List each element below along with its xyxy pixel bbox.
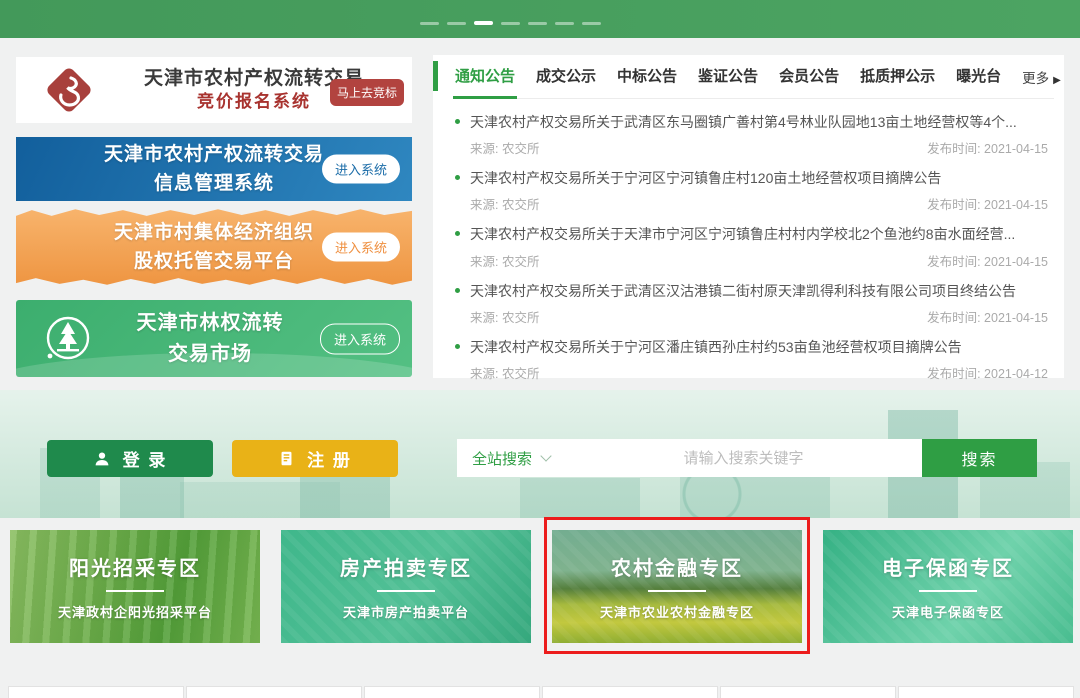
footer-box[interactable]	[364, 686, 540, 698]
list-item: 天津农村产权交易所关于天津市宁河区宁河镇鲁庄村村内学校北2个鱼池约8亩水面经营.…	[455, 225, 1050, 269]
forest-banner-line2: 交易市场	[94, 339, 326, 370]
carousel-indicators	[420, 21, 601, 25]
register-button[interactable]: 注 册	[232, 440, 398, 477]
notice-date: 发布时间: 2021-04-12	[927, 363, 1048, 382]
carousel-dash[interactable]	[555, 22, 574, 25]
zone-real-estate-auction[interactable]: 房产拍卖专区 天津市房产拍卖平台	[281, 530, 531, 643]
tab-winning-bid[interactable]: 中标公告	[617, 65, 677, 98]
divider	[648, 590, 706, 592]
equity-platform-banner[interactable]: 天津市村集体经济组织 股权托管交易平台 进入系统	[16, 206, 412, 288]
notice-source: 来源: 农交所	[470, 363, 539, 382]
notice-link[interactable]: 天津农村产权交易所关于武清区汉沽港镇二街村原天津凯得利科技有限公司项目终结公告	[455, 282, 1050, 300]
notice-source: 来源: 农交所	[470, 138, 539, 157]
zone-sunshine-procurement[interactable]: 阳光招采专区 天津政村企阳光招采平台	[10, 530, 260, 643]
notice-source: 来源: 农交所	[470, 251, 539, 270]
list-item: 天津农村产权交易所关于宁河区潘庄镇西孙庄村约53亩鱼池经营权项目摘牌公告 来源:…	[455, 338, 1050, 382]
user-icon	[93, 450, 111, 468]
list-item: 天津农村产权交易所关于武清区汉沽港镇二街村原天津凯得利科技有限公司项目终结公告 …	[455, 282, 1050, 326]
footer-box[interactable]	[542, 686, 718, 698]
go-bid-button[interactable]: 马上去竞标	[330, 79, 404, 106]
zone-e-guarantee[interactable]: 电子保函专区 天津电子保函专区	[823, 530, 1073, 643]
exchange-logo-icon	[42, 63, 96, 117]
info-banner-line2: 信息管理系统	[104, 169, 324, 198]
zone-rural-finance[interactable]: 农村金融专区 天津市农业农村金融专区	[552, 530, 802, 643]
footer-box[interactable]	[186, 686, 362, 698]
carousel-dash-active[interactable]	[474, 21, 493, 25]
search-button[interactable]: 搜索	[922, 439, 1037, 477]
notice-date: 发布时间: 2021-04-15	[927, 307, 1048, 326]
notice-panel: 通知公告 成交公示 中标公告 鉴证公告 会员公告 抵质押公示 曝光台 更多▶ 天…	[433, 55, 1064, 378]
bullet-icon	[455, 344, 460, 349]
more-arrow-icon: ▶	[1053, 75, 1061, 86]
footer-box[interactable]	[8, 686, 184, 698]
notice-date: 发布时间: 2021-04-15	[927, 251, 1048, 270]
carousel-dash[interactable]	[447, 22, 466, 25]
carousel-dash[interactable]	[501, 22, 520, 25]
notice-date: 发布时间: 2021-04-15	[927, 138, 1048, 157]
bullet-icon	[455, 175, 460, 180]
carousel-dash[interactable]	[528, 22, 547, 25]
carousel-dash[interactable]	[582, 22, 601, 25]
notice-tabs: 通知公告 成交公示 中标公告 鉴证公告 会员公告 抵质押公示 曝光台 更多▶	[455, 55, 1054, 99]
site-search-bar: 全站搜索 搜索	[457, 439, 1037, 477]
forest-enter-system-button[interactable]: 进入系统	[320, 323, 400, 354]
more-link[interactable]: 更多▶	[1022, 65, 1061, 87]
tab-exposure[interactable]: 曝光台	[956, 65, 1001, 98]
footer-box[interactable]	[720, 686, 896, 698]
tree-icon	[42, 313, 94, 365]
bullet-icon	[455, 288, 460, 293]
footer-box[interactable]	[898, 686, 1074, 698]
list-item: 天津农村产权交易所关于宁河区宁河镇鲁庄村120亩土地经营权项目摘牌公告 来源: …	[455, 169, 1050, 213]
tab-accent-bar	[433, 61, 438, 91]
notice-link[interactable]: 天津农村产权交易所关于宁河区宁河镇鲁庄村120亩土地经营权项目摘牌公告	[455, 169, 1050, 187]
info-banner-line1: 天津市农村产权流转交易	[104, 140, 324, 169]
notice-link[interactable]: 天津农村产权交易所关于天津市宁河区宁河镇鲁庄村村内学校北2个鱼池约8亩水面经营.…	[455, 225, 1050, 243]
equity-enter-system-button[interactable]: 进入系统	[322, 233, 400, 262]
notice-source: 来源: 农交所	[470, 307, 539, 326]
equity-banner-line1: 天津市村集体经济组织	[114, 218, 314, 247]
info-system-banner[interactable]: 天津市农村产权流转交易 信息管理系统 进入系统	[16, 137, 412, 201]
tab-certification[interactable]: 鉴证公告	[698, 65, 758, 98]
tab-pledge[interactable]: 抵质押公示	[860, 65, 935, 98]
forest-market-banner[interactable]: 天津市林权流转 交易市场 进入系统	[16, 300, 412, 377]
carousel-dash[interactable]	[420, 22, 439, 25]
forest-banner-line1: 天津市林权流转	[94, 308, 326, 339]
search-input[interactable]	[565, 439, 922, 477]
info-enter-system-button[interactable]: 进入系统	[322, 155, 400, 184]
id-card-icon	[278, 450, 295, 467]
list-item: 天津农村产权交易所关于武清区东马圈镇广善村第4号林业队园地13亩土地经营权等4个…	[455, 113, 1050, 157]
footer-partial-row	[8, 686, 1074, 698]
top-carousel-bar	[0, 0, 1080, 38]
divider	[919, 590, 977, 592]
equity-banner-line2: 股权托管交易平台	[114, 247, 314, 276]
notice-date: 发布时间: 2021-04-15	[927, 194, 1048, 213]
bidding-system-card[interactable]: 天津市农村产权流转交易 竞价报名系统 马上去竞标	[16, 57, 412, 123]
notice-link[interactable]: 天津农村产权交易所关于武清区东马圈镇广善村第4号林业队园地13亩土地经营权等4个…	[455, 113, 1050, 131]
divider	[377, 590, 435, 592]
tab-deals[interactable]: 成交公示	[536, 65, 596, 98]
bullet-icon	[455, 231, 460, 236]
notice-source: 来源: 农交所	[470, 194, 539, 213]
tab-member[interactable]: 会员公告	[779, 65, 839, 98]
notice-list: 天津农村产权交易所关于武清区东马圈镇广善村第4号林业队园地13亩土地经营权等4个…	[455, 113, 1050, 382]
divider	[106, 590, 164, 592]
notice-link[interactable]: 天津农村产权交易所关于宁河区潘庄镇西孙庄村约53亩鱼池经营权项目摘牌公告	[455, 338, 1050, 356]
search-scope-select[interactable]: 全站搜索	[457, 439, 565, 477]
bullet-icon	[455, 119, 460, 124]
chevron-down-icon	[540, 450, 551, 461]
login-button[interactable]: 登 录	[47, 440, 213, 477]
tab-notice[interactable]: 通知公告	[455, 65, 515, 98]
